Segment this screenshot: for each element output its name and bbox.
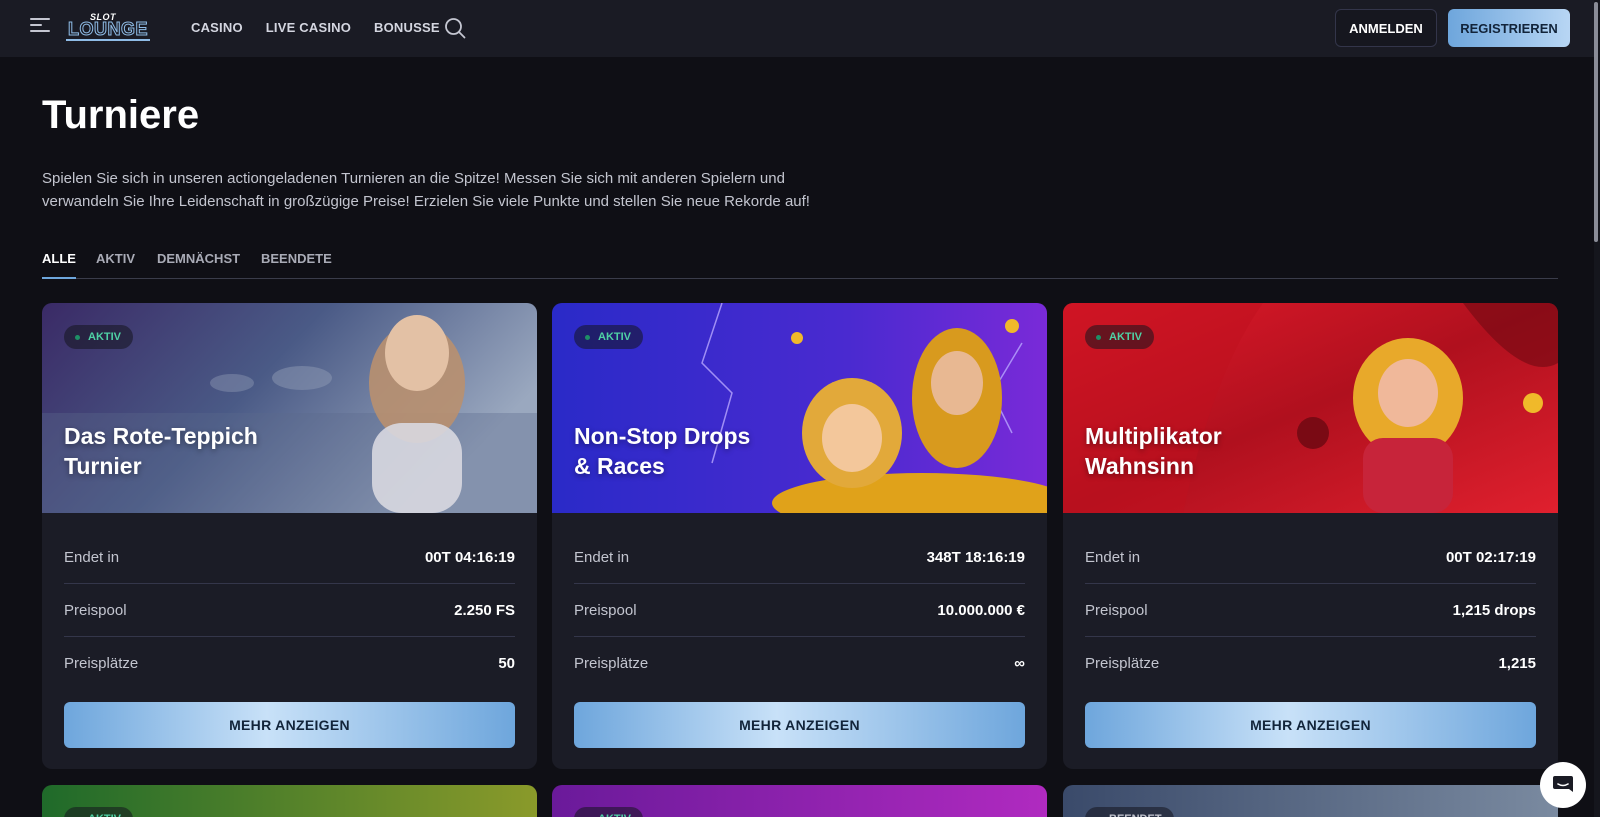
site-logo[interactable]: SLOT LOUNGE [66,12,151,42]
top-header: SLOT LOUNGE CASINO LIVE CASINO BONUSSE A… [0,0,1600,57]
tournament-card-partial[interactable]: AKTIV [42,785,537,817]
nav-casino[interactable]: CASINO [191,20,243,35]
tab-demnaechst[interactable]: DEMNÄCHST [157,251,240,277]
tournament-card: AKTIV Das Rote-Teppich Turnier Endet in … [42,303,537,769]
page-title: Turniere [42,93,200,137]
status-badge: BEENDET [1085,807,1174,817]
scroll-thumb[interactable] [1594,2,1598,242]
tournament-title: Multiplikator Wahnsinn [1085,421,1345,481]
title-line: & Races [574,453,665,479]
tournament-card-partial[interactable]: AKTIV [552,785,1047,817]
status-badge: AKTIV [574,325,643,349]
title-line: Multiplikator [1085,423,1222,449]
prize-pool-row: Preispool 1,215 drops [1085,584,1536,637]
title-line: Wahnsinn [1085,453,1195,479]
row-value: 1,215 drops [1452,601,1536,619]
row-value: 348T 18:16:19 [926,548,1025,566]
page-scrollbar[interactable] [1594,0,1600,817]
login-button[interactable]: ANMELDEN [1335,9,1437,47]
row-label: Preisplätze [1085,655,1160,672]
row-value: 2.250 FS [454,601,515,619]
row-label: Preispool [64,601,127,619]
row-value: 00T 04:16:19 [424,548,515,566]
search-icon[interactable] [444,17,466,39]
main-nav: CASINO LIVE CASINO BONUSSE [191,20,440,35]
prize-pool-row: Preispool 2.250 FS [64,584,515,637]
ends-in-row: Endet in 348T 18:16:19 [574,531,1025,584]
tab-beendete[interactable]: BEENDETE [261,251,332,277]
menu-icon[interactable] [30,18,52,36]
prize-pool-row: Preispool 10.000.000 € [574,584,1025,637]
page-description: Spielen Sie sich in unseren actiongelade… [42,170,810,210]
register-button[interactable]: REGISTRIEREN [1448,9,1570,47]
title-line: Turnier [64,453,142,479]
tournament-card: AKTIV Non-Stop Drops & Races Endet in 34… [552,303,1047,769]
row-value: 00T 02:17:19 [1445,548,1536,566]
tournament-card: AKTIV Multiplikator Wahnsinn Endet in 00… [1063,303,1558,769]
status-badge: AKTIV [64,807,133,817]
status-badge: AKTIV [64,325,133,349]
chat-icon [1553,776,1573,792]
tournament-card-partial[interactable]: BEENDET [1063,785,1558,817]
logo-main-text: LOUNGE [66,19,151,41]
show-more-button[interactable]: MEHR ANZEIGEN [1085,702,1536,748]
row-label: Preisplätze [574,655,649,672]
show-more-button[interactable]: MEHR ANZEIGEN [64,702,515,748]
prize-places-row: Preisplätze ∞ [574,637,1025,690]
row-value: ∞ [1014,655,1025,672]
ends-in-row: Endet in 00T 04:16:19 [64,531,515,584]
show-more-button[interactable]: MEHR ANZEIGEN [574,702,1025,748]
tab-aktiv[interactable]: AKTIV [96,251,135,277]
row-label: Endet in [574,548,630,566]
filter-tabs: ALLE AKTIV DEMNÄCHST BEENDETE [42,241,1558,279]
row-label: Preispool [1085,601,1148,619]
row-label: Endet in [1085,548,1141,566]
ends-in-row: Endet in 00T 02:17:19 [1085,531,1536,584]
nav-live-casino[interactable]: LIVE CASINO [266,20,351,35]
tournament-banner[interactable]: AKTIV Das Rote-Teppich Turnier [42,303,537,513]
tournament-title: Das Rote-Teppich Turnier [64,421,324,481]
chat-button[interactable] [1540,762,1586,808]
nav-bonusse[interactable]: BONUSSE [374,20,440,35]
title-line: Das Rote-Teppich [64,423,258,449]
row-value: 50 [498,655,515,672]
tournament-title: Non-Stop Drops & Races [574,421,834,481]
row-label: Preispool [574,601,637,619]
tab-alle[interactable]: ALLE [42,251,76,279]
tournament-banner[interactable]: AKTIV Multiplikator Wahnsinn [1063,303,1558,513]
row-value: 1,215 [1498,655,1536,672]
status-badge: AKTIV [1085,325,1154,349]
row-label: Preisplätze [64,655,139,672]
prize-places-row: Preisplätze 1,215 [1085,637,1536,690]
prize-places-row: Preisplätze 50 [64,637,515,690]
row-label: Endet in [64,548,120,566]
status-badge: AKTIV [574,807,643,817]
tournament-banner[interactable]: AKTIV Non-Stop Drops & Races [552,303,1047,513]
title-line: Non-Stop Drops [574,423,751,449]
row-value: 10.000.000 € [937,601,1025,619]
